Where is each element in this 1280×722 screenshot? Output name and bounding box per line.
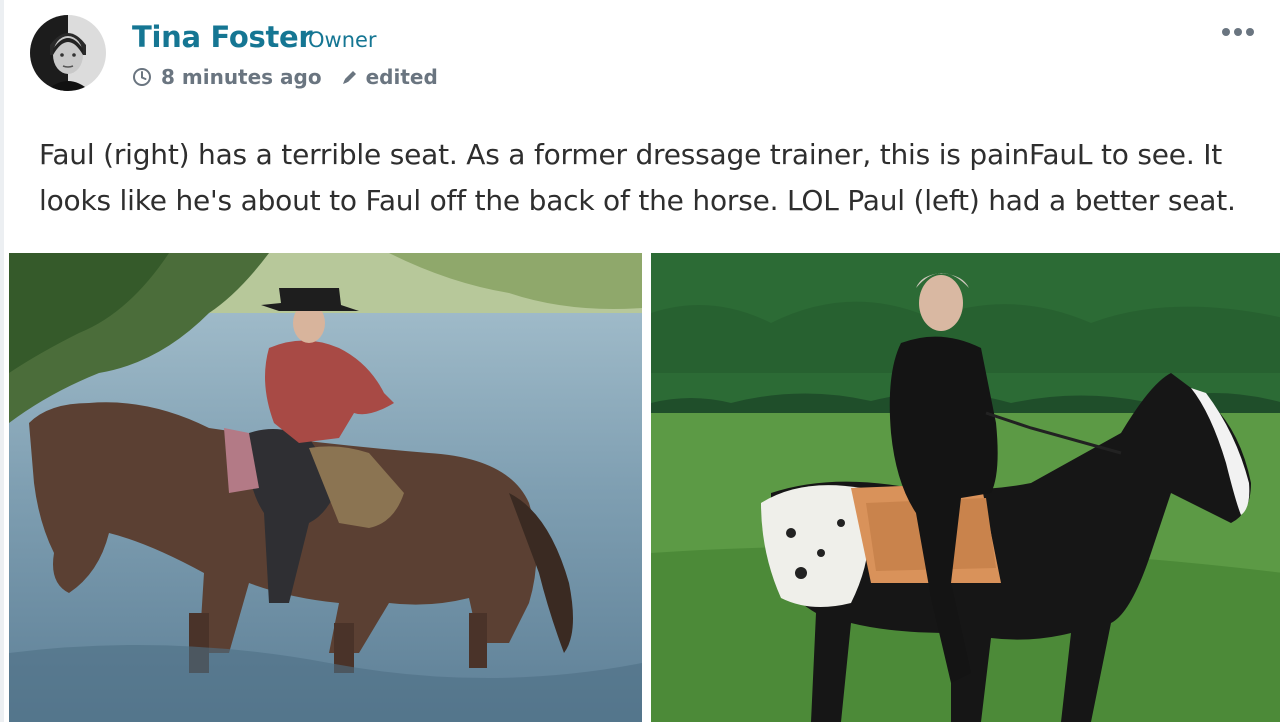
- forum-post: Tina Foster Owner 8 minutes ago edited F…: [0, 0, 1280, 722]
- post-body: Faul (right) has a terrible seat. As a f…: [39, 132, 1269, 224]
- more-options-button[interactable]: [1216, 20, 1260, 44]
- author-name[interactable]: Tina Foster: [132, 20, 313, 54]
- post-body-line: looks like he's about to Faul off the ba…: [39, 184, 1236, 217]
- more-dots-icon: [1220, 23, 1256, 42]
- edited-label[interactable]: edited: [366, 65, 438, 89]
- pencil-icon: [340, 67, 360, 87]
- avatar[interactable]: [30, 15, 106, 91]
- attached-photo-right[interactable]: [651, 253, 1280, 722]
- timestamp[interactable]: 8 minutes ago: [161, 65, 322, 89]
- clock-icon: [132, 67, 152, 87]
- attached-photo-left[interactable]: [9, 253, 642, 722]
- role-badge: Owner: [308, 28, 377, 52]
- post-meta: 8 minutes ago edited: [132, 63, 438, 91]
- post-body-line: Faul (right) has a terrible seat. As a f…: [39, 138, 1223, 171]
